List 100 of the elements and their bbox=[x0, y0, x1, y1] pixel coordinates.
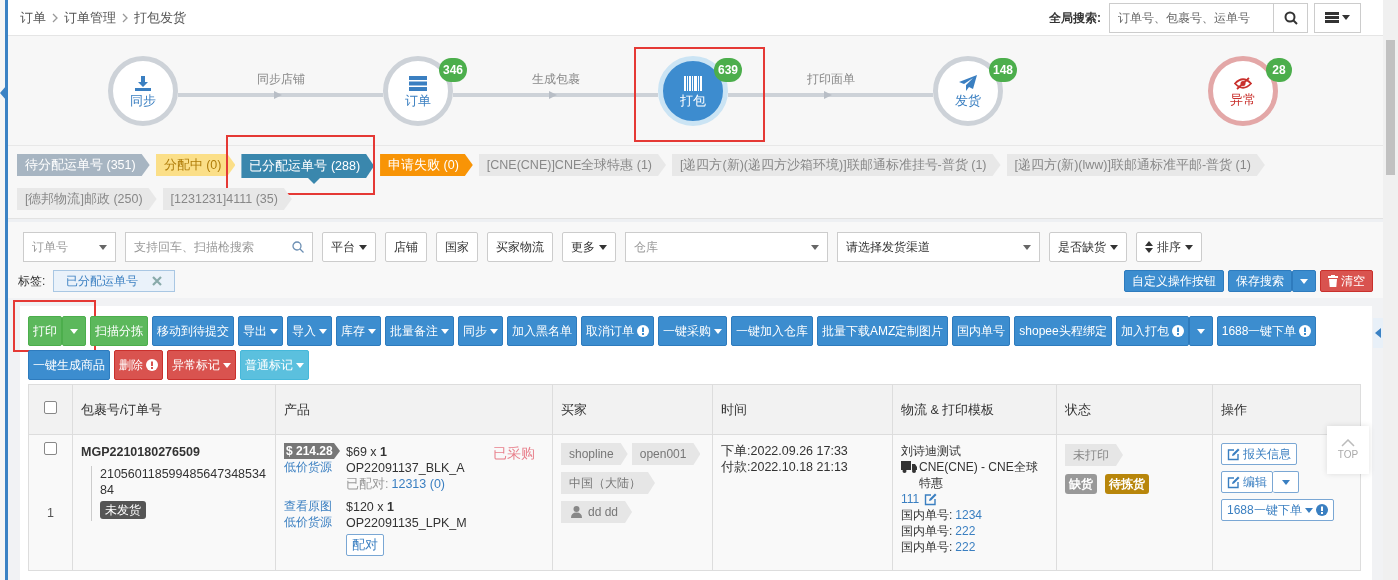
matched-link[interactable]: 12313 (0) bbox=[391, 476, 445, 492]
breadcrumb-link[interactable]: 订单 bbox=[20, 7, 46, 28]
action-button[interactable]: 清空 bbox=[1320, 270, 1373, 292]
toolbar-button[interactable]: 打印 bbox=[28, 316, 62, 346]
domestic-label: 国内单号: bbox=[901, 523, 953, 539]
product-price: $69 x 1 bbox=[346, 444, 388, 460]
toolbar-button[interactable]: 取消订单 bbox=[581, 316, 654, 346]
global-search-field[interactable]: 订单号、包裹号、运单号 bbox=[1109, 2, 1274, 33]
status-tab[interactable]: [1231231]4111 (35) bbox=[162, 188, 292, 210]
toolbar-button[interactable]: 扫描分拣 bbox=[90, 316, 148, 346]
select-field[interactable]: 订单号 bbox=[23, 232, 116, 262]
action-button[interactable]: 报关信息 bbox=[1221, 443, 1297, 465]
logistics-name: 刘诗迪测试 bbox=[901, 443, 962, 459]
select-field[interactable]: 仓库 bbox=[625, 232, 828, 262]
order-number: 21056011859948564734853484 bbox=[100, 465, 267, 498]
step-label: 异常 bbox=[1230, 92, 1256, 106]
search-field[interactable]: 支持回车、扫描枪搜索 bbox=[125, 232, 313, 262]
buyer-tag: shopline bbox=[561, 443, 628, 465]
domestic-label: 国内单号: bbox=[901, 507, 953, 523]
toolbar-button[interactable]: 一键采购 bbox=[658, 316, 727, 346]
product-sku: OP22091137_BLK_A bbox=[346, 460, 465, 476]
toolbar-button[interactable]: 批量下载AMZ定制图片 bbox=[817, 316, 949, 346]
product-price: $120 x 1 bbox=[346, 499, 395, 515]
action-button[interactable]: 自定义操作按钮 bbox=[1124, 270, 1224, 292]
column-header: 状态 bbox=[1065, 402, 1091, 417]
filter-chip[interactable]: 已分配运单号 bbox=[53, 270, 176, 292]
buyer-tag: 中国（大陆） bbox=[561, 472, 655, 494]
breadcrumb-link[interactable]: 打包发货 bbox=[134, 7, 186, 28]
product-link[interactable]: 低价货源 bbox=[284, 514, 338, 530]
action-button[interactable]: 1688一键下单 bbox=[1221, 499, 1334, 521]
status-tab[interactable]: 分配中 (0) bbox=[155, 154, 236, 176]
domestic-link[interactable]: 1234 bbox=[955, 507, 983, 523]
status-badge: 缺货 bbox=[1065, 474, 1097, 494]
row-number: 1 bbox=[47, 505, 54, 523]
column-header: 买家 bbox=[561, 402, 587, 417]
toolbar-button[interactable]: 导出 bbox=[238, 316, 283, 346]
product-sku: OP22091135_LPK_M bbox=[346, 515, 467, 531]
connector-label: 生成包裹 bbox=[531, 70, 580, 88]
filter-button[interactable]: 平台 bbox=[322, 232, 376, 262]
matched-label: 已配对: bbox=[346, 476, 389, 492]
filter-button[interactable]: 买家物流 bbox=[487, 232, 553, 262]
tracking-link[interactable]: 111 bbox=[901, 491, 920, 507]
toolbar-button[interactable]: 一键生成商品 bbox=[28, 350, 110, 380]
toolbar-button[interactable]: 移动到待提交 bbox=[152, 316, 234, 346]
price-tag: $ 214.28 bbox=[284, 443, 340, 459]
tag-label: 标签: bbox=[18, 273, 46, 290]
step-label: 发货 bbox=[955, 94, 981, 107]
toolbar-button[interactable]: 一键加入仓库 bbox=[731, 316, 813, 346]
global-search-label: 全局搜索: bbox=[1049, 9, 1101, 27]
count-badge: 639 bbox=[713, 58, 742, 82]
filter-button[interactable]: 是否缺货 bbox=[1049, 232, 1127, 262]
domestic-label: 国内单号: bbox=[901, 539, 953, 555]
product-link[interactable]: 查看原图 bbox=[284, 498, 338, 514]
status-tab[interactable]: [德邦物流]邮政 (250) bbox=[17, 188, 157, 210]
action-button[interactable]: 编辑 bbox=[1221, 471, 1273, 493]
back-to-top-button[interactable]: TOP bbox=[1327, 426, 1369, 474]
status-badge: 待拣货 bbox=[1105, 474, 1149, 494]
column-header: 产品 bbox=[284, 402, 310, 417]
status-tab[interactable]: [递四方(新)(lww)]联邮通标准平邮-普货 (1) bbox=[1006, 154, 1265, 176]
toolbar-button[interactable]: 普通标记 bbox=[240, 350, 309, 380]
breadcrumb-link[interactable]: 订单管理 bbox=[64, 7, 116, 28]
toolbar-button[interactable]: 加入黑名单 bbox=[507, 316, 577, 346]
status-tab[interactable]: [递四方(新)(递四方沙箱环境)]联邮通标准挂号-普货 (1) bbox=[672, 154, 1001, 176]
column-header: 物流 & 打印模板 bbox=[901, 402, 995, 417]
column-header: 时间 bbox=[721, 402, 747, 417]
order-time: 下单:2022.09.26 17:33 bbox=[721, 443, 849, 459]
domestic-link[interactable]: 222 bbox=[955, 539, 976, 555]
step-label: 打包 bbox=[680, 93, 706, 107]
status-tab[interactable]: 待分配运单号 (351) bbox=[17, 154, 150, 176]
order-time: 付款:2022.10.18 21:13 bbox=[721, 459, 849, 475]
action-button[interactable]: 保存搜索 bbox=[1228, 270, 1292, 292]
toolbar-button[interactable]: 异常标记 bbox=[167, 350, 236, 380]
toolbar-button[interactable]: 国内单号 bbox=[952, 316, 1011, 346]
logistics-channel: CNE(CNE) - CNE全球特惠 bbox=[919, 459, 1039, 491]
status-tab[interactable]: 申请失败 (0) bbox=[380, 154, 473, 176]
print-status-tag: 未打印 bbox=[1065, 444, 1123, 466]
match-button[interactable]: 配对 bbox=[346, 534, 384, 556]
count-badge: 28 bbox=[1266, 58, 1292, 82]
toolbar-button[interactable]: 导入 bbox=[287, 316, 332, 346]
buyer-tag: open001 bbox=[631, 443, 701, 465]
connector-label: 打印面单 bbox=[806, 70, 855, 88]
toolbar-button[interactable]: 删除 bbox=[114, 350, 163, 380]
toolbar-button[interactable]: 加入打包 bbox=[1115, 316, 1189, 346]
filter-button[interactable]: 店铺 bbox=[385, 232, 427, 262]
buyer-name: dd dd bbox=[588, 504, 619, 521]
toolbar-button[interactable]: 批量备注 bbox=[385, 316, 454, 346]
domestic-link[interactable]: 222 bbox=[955, 523, 976, 539]
toolbar-button[interactable]: shopee头程绑定 bbox=[1014, 316, 1112, 346]
connector-label: 同步店铺 bbox=[256, 70, 305, 88]
toolbar-button[interactable]: 1688一键下单 bbox=[1216, 316, 1317, 346]
chip-label: 已分配运单号 bbox=[66, 273, 139, 290]
toolbar-button[interactable]: 库存 bbox=[336, 316, 381, 346]
toolbar-button[interactable]: 同步 bbox=[458, 316, 503, 346]
filter-button[interactable]: 国家 bbox=[436, 232, 478, 262]
product-link[interactable]: 低价货源 bbox=[284, 459, 338, 475]
filter-button[interactable]: 排序 bbox=[1136, 232, 1202, 262]
select-field[interactable]: 请选择发货渠道 bbox=[837, 232, 1040, 262]
step-label: 同步 bbox=[130, 93, 156, 107]
filter-button[interactable]: 更多 bbox=[562, 232, 616, 262]
status-tab[interactable]: [CNE(CNE)]CNE全球特惠 (1) bbox=[478, 154, 666, 176]
